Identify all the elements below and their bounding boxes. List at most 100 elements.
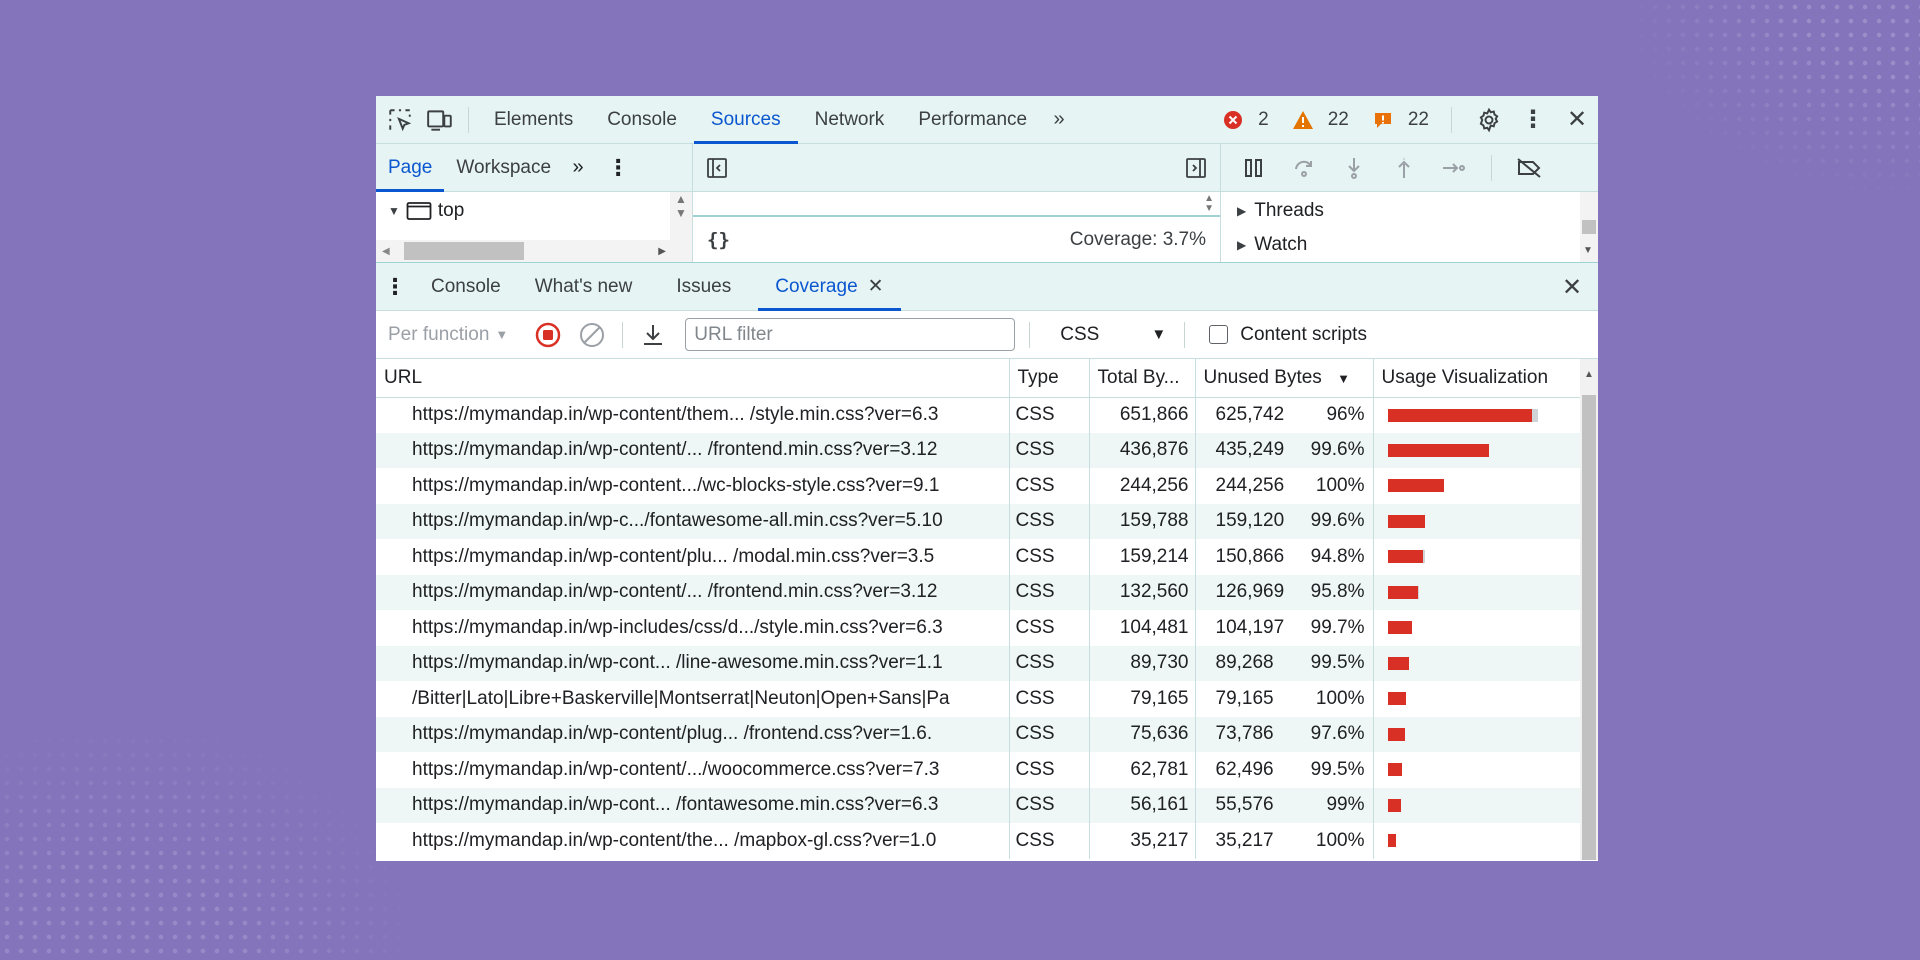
tab-workspace[interactable]: Workspace <box>444 144 563 192</box>
step-over-icon[interactable] <box>1283 148 1325 188</box>
table-row[interactable]: https://mymandap.in/wp-content/the... /m… <box>376 823 1583 859</box>
cell-url[interactable]: /Bitter|Lato|Libre+Baskerville|Montserra… <box>376 681 1010 717</box>
record-stop-icon[interactable] <box>526 315 570 355</box>
table-row[interactable]: /Bitter|Lato|Libre+Baskerville|Montserra… <box>376 681 1583 717</box>
drawer-tab-label: Issues <box>676 275 732 297</box>
expand-arrow-icon[interactable]: ▼ <box>388 204 400 218</box>
toggle-navigator-icon[interactable] <box>705 156 729 180</box>
cell-url[interactable]: https://mymandap.in/wp-content/plug... /… <box>376 716 1010 752</box>
usage-bar-unused <box>1387 479 1444 493</box>
scrollbar-thumb[interactable] <box>1582 395 1596 860</box>
tab-network[interactable]: Network <box>798 96 902 144</box>
drawer-menu-icon[interactable]: ⋮ <box>376 274 414 300</box>
settings-gear-icon[interactable] <box>1474 96 1504 144</box>
step-into-icon[interactable] <box>1333 148 1375 188</box>
column-header-type[interactable]: Type <box>1009 359 1090 398</box>
pause-icon[interactable] <box>1233 148 1275 188</box>
table-row[interactable]: https://mymandap.in/wp-content.../wc-blo… <box>376 468 1583 504</box>
table-row[interactable]: https://mymandap.in/wp-content/... /fron… <box>376 574 1583 610</box>
kebab-menu-icon[interactable]: ⋮ <box>603 155 633 181</box>
more-tabs-icon[interactable]: » <box>1044 96 1074 144</box>
table-scrollbar[interactable]: ▲ <box>1580 359 1598 860</box>
content-scripts-label: Content scripts <box>1240 323 1367 345</box>
editor-scroll-arrows[interactable]: ▲ ▼ <box>1204 194 1214 214</box>
close-devtools-icon[interactable]: ✕ <box>1562 96 1592 144</box>
cell-url[interactable]: https://mymandap.in/wp-content/them... /… <box>376 397 1010 433</box>
cell-url[interactable]: https://mymandap.in/wp-content.../wc-blo… <box>376 468 1010 504</box>
table-row[interactable]: https://mymandap.in/wp-cont... /line-awe… <box>376 645 1583 681</box>
editor-content[interactable]: ▲ ▼ <box>693 192 1220 216</box>
clear-icon[interactable] <box>570 315 614 355</box>
scrollbar-thumb[interactable] <box>1582 220 1596 234</box>
tab-page[interactable]: Page <box>376 144 445 192</box>
usage-bar-unused <box>1387 550 1423 564</box>
drawer-tab-issues[interactable]: Issues <box>659 263 748 311</box>
column-header-usage-visualization[interactable]: Usage Visualization <box>1373 359 1583 398</box>
horizontal-scrollbar[interactable]: ◀ ▶ <box>376 240 670 262</box>
scrollbar-thumb[interactable] <box>404 242 524 260</box>
drawer-tab-coverage[interactable]: Coverage ✕ <box>758 263 901 311</box>
error-count[interactable]: 2 <box>1213 96 1269 144</box>
inspect-element-icon[interactable] <box>380 96 420 144</box>
table-row[interactable]: https://mymandap.in/wp-cont... /fontawes… <box>376 787 1583 823</box>
cell-url[interactable]: https://mymandap.in/wp-includes/css/d...… <box>376 610 1010 646</box>
cell-url[interactable]: https://mymandap.in/wp-c.../fontawesome-… <box>376 503 1010 539</box>
kebab-menu-icon[interactable]: ⋮ <box>1518 96 1548 144</box>
cell-url[interactable]: https://mymandap.in/wp-content/the... /m… <box>376 823 1010 859</box>
watch-pane[interactable]: ▶ Watch <box>1221 226 1598 260</box>
cell-url[interactable]: https://mymandap.in/wp-cont... /fontawes… <box>376 787 1010 823</box>
scroll-left-icon[interactable]: ◀ <box>382 246 390 257</box>
column-header-total-bytes[interactable]: Total By... <box>1089 359 1196 398</box>
tab-console[interactable]: Console <box>590 96 694 144</box>
toggle-debugger-icon[interactable] <box>1184 156 1208 180</box>
cell-url[interactable]: https://mymandap.in/wp-content/plu... /m… <box>376 539 1010 575</box>
granularity-select[interactable]: Per function ▼ <box>388 324 508 346</box>
cell-url[interactable]: https://mymandap.in/wp-cont... /line-awe… <box>376 645 1010 681</box>
table-row[interactable]: https://mymandap.in/wp-content/plug... /… <box>376 716 1583 752</box>
scroll-down-icon[interactable]: ▼ <box>1583 245 1593 256</box>
tab-elements[interactable]: Elements <box>477 96 590 144</box>
tab-performance[interactable]: Performance <box>901 96 1044 144</box>
deactivate-breakpoints-icon[interactable] <box>1508 148 1550 188</box>
cell-unused-bytes: 244,256 100% <box>1195 468 1374 504</box>
cell-url[interactable]: https://mymandap.in/wp-content/... /fron… <box>376 432 1010 468</box>
table-row[interactable]: https://mymandap.in/wp-includes/css/d...… <box>376 610 1583 646</box>
content-scripts-toggle[interactable]: Content scripts <box>1209 324 1367 346</box>
debugger-sidebar: ▶ Threads ▶ Watch ▼ <box>1221 144 1598 262</box>
usage-bar <box>1387 479 1576 493</box>
cell-url[interactable]: https://mymandap.in/wp-content/.../wooco… <box>376 752 1010 788</box>
close-drawer-icon[interactable]: ✕ <box>1554 263 1590 311</box>
more-tabs-icon[interactable]: » <box>563 156 593 179</box>
drawer-tab-whats-new[interactable]: What's new <box>518 263 650 311</box>
url-filter-input[interactable]: URL filter <box>685 318 1016 351</box>
scroll-up-icon[interactable]: ▲ <box>1584 369 1594 380</box>
drawer-tab-console[interactable]: Console <box>414 263 518 311</box>
column-header-unused-bytes[interactable]: Unused Bytes ▼ <box>1195 359 1374 398</box>
device-toolbar-icon[interactable] <box>420 96 460 144</box>
table-row[interactable]: https://mymandap.in/wp-content/... /fron… <box>376 432 1583 468</box>
tab-sources[interactable]: Sources <box>693 96 798 144</box>
sidebar-scrollbar[interactable]: ▼ <box>1580 192 1598 262</box>
table-row[interactable]: https://mymandap.in/wp-c.../fontawesome-… <box>376 503 1583 539</box>
warning-count[interactable]: 22 <box>1283 96 1349 144</box>
issue-counters[interactable]: 2 22 22 ⋮ ✕ <box>1213 96 1592 144</box>
scroll-right-icon[interactable]: ▶ <box>658 246 666 257</box>
scroll-down-icon[interactable]: ▼ <box>675 206 687 220</box>
table-row[interactable]: https://mymandap.in/wp-content/plu... /m… <box>376 539 1583 575</box>
column-header-url[interactable]: URL <box>376 359 1010 398</box>
step-out-icon[interactable] <box>1383 148 1425 188</box>
cell-url[interactable]: https://mymandap.in/wp-content/... /fron… <box>376 574 1010 610</box>
threads-pane[interactable]: ▶ Threads <box>1221 192 1598 226</box>
table-row[interactable]: https://mymandap.in/wp-content/.../wooco… <box>376 752 1583 788</box>
checkbox-icon[interactable] <box>1209 325 1229 344</box>
step-icon[interactable] <box>1433 148 1475 188</box>
pretty-print-icon[interactable]: {} <box>707 229 730 251</box>
table-row[interactable]: https://mymandap.in/wp-content/them... /… <box>376 397 1583 433</box>
scroll-up-icon[interactable]: ▲ <box>675 192 687 206</box>
export-icon[interactable] <box>631 315 675 355</box>
issues-count[interactable]: 22 <box>1363 96 1429 144</box>
type-filter-select[interactable]: CSS ▼ <box>1060 324 1166 346</box>
vertical-scrollbar[interactable]: ▲ ▼ <box>670 192 692 262</box>
tree-item-top[interactable]: ▼ top <box>376 192 692 222</box>
close-tab-icon[interactable]: ✕ <box>868 275 884 298</box>
